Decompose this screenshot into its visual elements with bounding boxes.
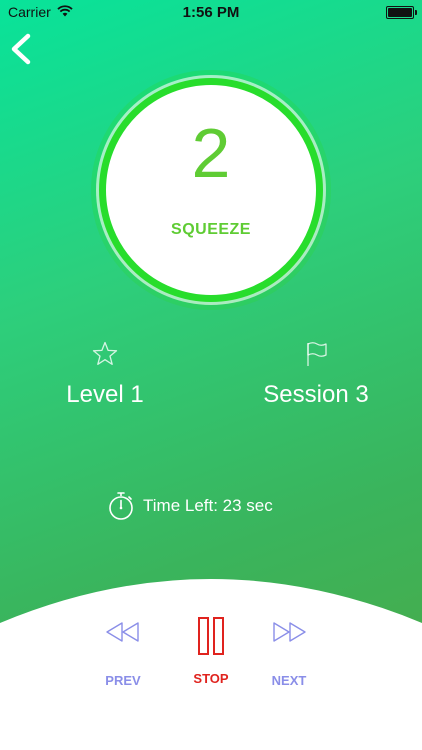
back-button[interactable] [6, 30, 42, 68]
counter-action-label: SQUEEZE [171, 221, 251, 238]
counter-value: 2 [191, 114, 231, 192]
next-button[interactable]: NEXT [264, 620, 314, 688]
time-left-text: Time Left: 23 sec [143, 496, 273, 515]
counter-circle: 2 SQUEEZE [99, 78, 323, 302]
time-left-indicator: Time Left: 23 sec [107, 490, 273, 522]
battery-icon [386, 6, 417, 19]
flag-icon [307, 342, 327, 366]
session-indicator: Session 3 [246, 340, 386, 409]
status-time: 1:56 PM [182, 4, 240, 21]
rewind-icon [106, 622, 139, 642]
fast-forward-icon [273, 622, 306, 642]
exercise-screen: Carrier 1:56 PM 2 SQUEEZE Level 1 Sessio… [0, 0, 422, 750]
status-bar: Carrier 1:56 PM [0, 0, 422, 24]
star-icon [92, 341, 118, 365]
session-label: Session 3 [263, 381, 369, 408]
stop-button[interactable]: STOP [185, 616, 237, 686]
prev-button[interactable]: PREV [98, 620, 148, 688]
level-indicator: Level 1 [40, 340, 170, 409]
chevron-left-icon [11, 33, 31, 65]
level-label: Level 1 [66, 381, 144, 408]
stop-label: STOP [193, 671, 229, 686]
next-label: NEXT [271, 673, 307, 688]
prev-label: PREV [105, 673, 141, 688]
stopwatch-icon [109, 492, 133, 520]
pause-icon [198, 617, 224, 655]
